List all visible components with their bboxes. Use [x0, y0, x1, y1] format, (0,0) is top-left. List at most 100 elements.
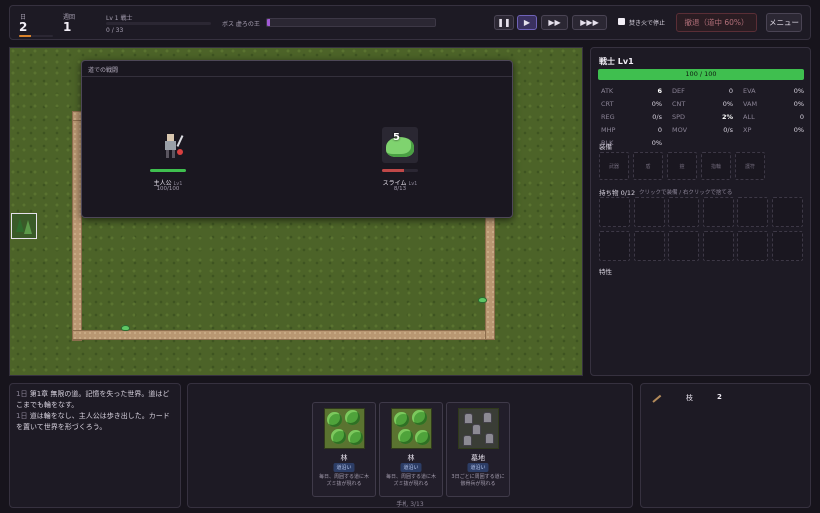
log-line: 1日 第1章 無限の道。記憶を失った世界。道はどこまでも輪をなす。	[16, 389, 174, 411]
equipment-slot[interactable]: 盾	[633, 152, 663, 180]
stat-value: 0%	[651, 100, 662, 108]
stat-reg: REG 0/s	[601, 113, 662, 123]
card-tag: 道沿い	[467, 463, 489, 472]
tree-icon	[16, 218, 24, 232]
stat-value: 0	[657, 126, 662, 134]
inventory-slot[interactable]	[599, 197, 630, 227]
resource-name: 枝	[686, 394, 693, 402]
card-cemetery[interactable]: 墓地 道沿い 3日ごとに周囲する道に骸骨兵が現れる	[446, 402, 510, 497]
tree-icon	[398, 429, 413, 444]
inventory-slot[interactable]	[771, 231, 803, 261]
tree-icon	[345, 410, 360, 425]
enemy-portrait: 5	[382, 127, 418, 163]
stat-key: SPD	[672, 113, 686, 121]
stat-key: DEF	[672, 87, 685, 95]
card-forest[interactable]: 林 道沿い 毎日、周囲する道に木ズミ抜が現れる	[312, 402, 376, 497]
stat-key: XP	[743, 126, 752, 134]
stat-grid: ATK 6 DEF 0 EVA 0% CRT 0% CNT 0% VAM 0% REG 0/s SPD 2% A…	[601, 87, 804, 149]
stat-xp: XP 0%	[743, 126, 804, 136]
placed-forest-tile[interactable]	[11, 213, 37, 239]
inventory-slot[interactable]	[702, 231, 734, 261]
inventory-slot[interactable]	[702, 197, 734, 227]
boss-progress-bar	[266, 18, 436, 27]
gravestone-icon	[464, 413, 473, 424]
inventory-slot[interactable]	[737, 197, 768, 227]
day-progress-fill	[19, 35, 31, 37]
world-map[interactable]: 道での戦闘 主人公 Lv1 100/100 5 スライム Lv1 8/13	[9, 47, 583, 376]
enemy-hp-text: 8/13	[393, 186, 407, 192]
inventory-slot[interactable]	[668, 197, 699, 227]
slime-sprite	[386, 137, 414, 157]
equipment-slot[interactable]: 指輪	[701, 152, 731, 180]
stat-value: 0%	[651, 139, 662, 147]
inventory-label: 持ち物 0/12	[599, 189, 636, 197]
hero-hp-text-large: 100 / 100	[685, 70, 717, 78]
stat-vam: VAM 0%	[743, 100, 804, 110]
slime-enemy[interactable]	[478, 297, 487, 303]
stat-value: 0/s	[652, 113, 662, 121]
stat-key: EVA	[743, 87, 756, 95]
stat-key: REG	[601, 113, 615, 121]
xp-text: 0 / 33	[106, 27, 124, 34]
hand-count: 手札 3/13	[396, 501, 424, 508]
stat-value: 0	[728, 87, 733, 95]
branch-icon	[652, 394, 662, 403]
tree-icon	[412, 410, 427, 425]
enemy-hp-bar	[382, 169, 418, 172]
equipment-slot[interactable]: 護符	[735, 152, 765, 180]
tree-icon	[394, 412, 409, 427]
card-name: 林	[340, 454, 348, 462]
fast-forward-icon: ▶▶	[548, 18, 561, 27]
stat-atk: ATK 6	[601, 87, 662, 97]
stat-key: CRT	[601, 100, 614, 108]
stop-at-campfire-label: 焚き火で停止	[629, 20, 666, 27]
battle-window: 道での戦闘 主人公 Lv1 100/100 5 スライム Lv1 8/13	[81, 60, 513, 218]
log-day: 1日	[16, 390, 28, 398]
gravestone-icon	[483, 412, 492, 423]
pause-button[interactable]: ❚❚	[494, 15, 514, 30]
xp-bar	[106, 22, 211, 25]
hero-title: 戦士 Lv1	[599, 57, 634, 66]
stat-value: 0%	[793, 87, 804, 95]
fast-forward-button[interactable]: ▶▶	[541, 15, 568, 30]
retreat-button[interactable]: 撤退（道中 60%）	[676, 13, 757, 32]
log-text: 道は輪をなし、主人公は歩き出した。カードを置いて世界を形づくろう。	[16, 412, 170, 431]
inventory-hint: クリックで装備 / 右クリックで捨てる	[639, 190, 733, 196]
play-button[interactable]: ▶	[517, 15, 537, 30]
gravestone-icon	[485, 433, 494, 444]
message-log[interactable]: 1日 第1章 無限の道。記憶を失った世界。道はどこまでも輪をなす。 1日 道は輪…	[9, 383, 181, 508]
forest-card-art	[391, 408, 432, 449]
inventory-slot[interactable]	[633, 231, 665, 261]
equipment-slot[interactable]: 鎧	[667, 152, 697, 180]
stop-at-campfire-checkbox[interactable]	[618, 18, 625, 25]
inventory-slot[interactable]	[633, 197, 665, 227]
inventory-slot[interactable]	[599, 231, 630, 261]
equipment-slot[interactable]: 武器	[599, 152, 629, 180]
card-forest[interactable]: 林 道沿い 毎日、周囲する道に木ズミ抜が現れる	[379, 402, 443, 497]
hero-sprite	[162, 131, 186, 161]
tree-icon	[348, 430, 363, 445]
log-text: 第1章 無限の道。記憶を失った世界。道はどこまでも輪をなす。	[16, 390, 170, 409]
tree-icon	[331, 429, 346, 444]
inventory-slot[interactable]	[771, 197, 803, 227]
stat-value: 6	[657, 87, 662, 95]
resource-value: 2	[717, 393, 722, 401]
log-day: 1日	[16, 412, 28, 420]
inventory-slot[interactable]	[737, 231, 768, 261]
gravestone-icon	[472, 424, 481, 435]
day-value: 2	[19, 20, 28, 34]
play-icon: ▶	[523, 18, 531, 27]
stat-key: VAM	[743, 100, 758, 108]
inventory-slot[interactable]	[668, 231, 699, 261]
menu-button[interactable]: メニュー	[766, 13, 802, 32]
day-progress-bar	[19, 35, 53, 37]
slime-enemy[interactable]	[121, 325, 130, 331]
hero-hp-fill	[150, 169, 186, 172]
card-tag: 道沿い	[333, 463, 355, 472]
hero-hp-text: 100/100	[156, 186, 180, 192]
resource-row: 枝 2	[651, 392, 801, 404]
stat-mov: MOV 0/s	[672, 126, 733, 136]
fastest-button[interactable]: ▶▶▶	[572, 15, 607, 30]
battle-title: 道での戦闘	[82, 61, 512, 77]
pause-icon: ❚❚	[497, 18, 511, 27]
